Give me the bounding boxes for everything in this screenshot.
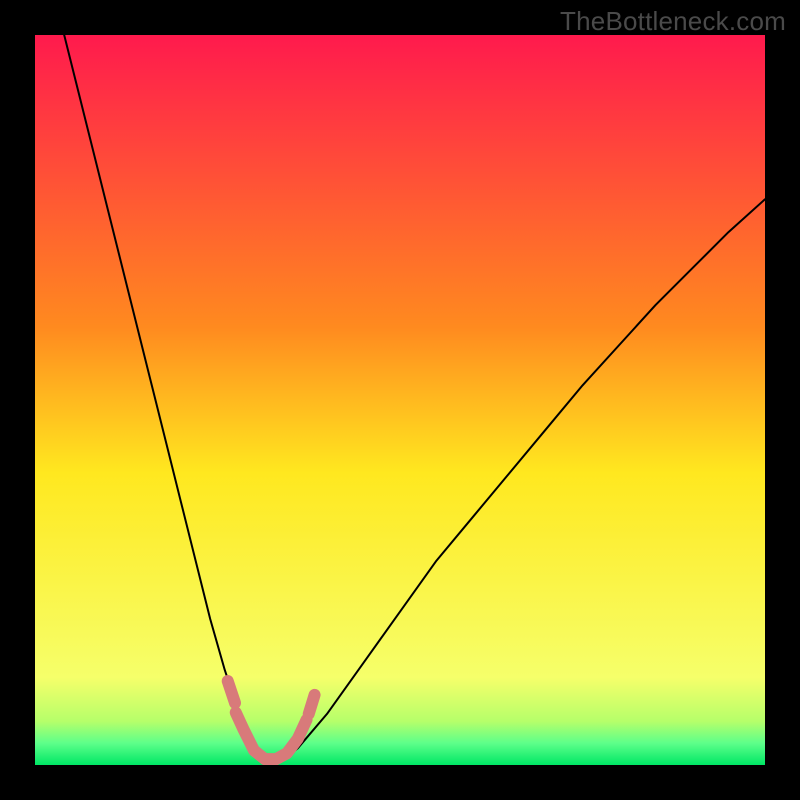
highlight-band bbox=[309, 695, 315, 714]
chart-frame: TheBottleneck.com bbox=[0, 0, 800, 800]
chart-background bbox=[35, 35, 765, 765]
highlight-band bbox=[228, 681, 235, 703]
watermark-text: TheBottleneck.com bbox=[560, 6, 786, 37]
bottleneck-chart bbox=[35, 35, 765, 765]
